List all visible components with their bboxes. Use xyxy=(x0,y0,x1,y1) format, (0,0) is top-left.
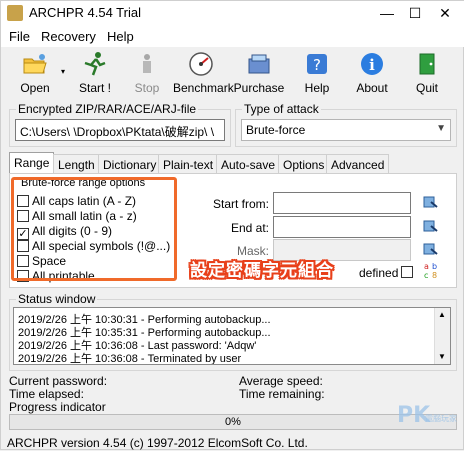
start-runner-icon xyxy=(84,52,106,76)
menu-help[interactable]: Help xyxy=(107,29,134,44)
status-line: 2019/2/26 上午 10:36:08 - Terminated by us… xyxy=(18,353,242,365)
end-at-input[interactable] xyxy=(273,216,411,238)
scroll-up-icon[interactable]: ▲ xyxy=(438,310,446,319)
menu-recovery[interactable]: Recovery xyxy=(41,29,96,44)
attack-type-value: Brute-force xyxy=(246,123,306,137)
svg-text:a: a xyxy=(424,262,429,271)
svg-text:i: i xyxy=(369,56,375,74)
start-label: Start ! xyxy=(78,81,111,95)
purchase-label: Purchase xyxy=(233,81,285,95)
open-dropdown-arrow-icon[interactable]: ▾ xyxy=(61,67,65,76)
quit-button[interactable]: Quit xyxy=(399,49,455,97)
encrypted-file-label: Encrypted ZIP/RAR/ACE/ARJ-file xyxy=(16,102,199,116)
overlay-caption: 設定密碼字元組合 xyxy=(190,261,334,280)
status-log[interactable]: 2019/2/26 上午 10:30:31 - Performing autob… xyxy=(13,307,451,365)
attack-type-select[interactable]: Brute-force ▼ xyxy=(241,119,451,141)
open-folder-icon xyxy=(23,54,47,74)
benchmark-label: Benchmark xyxy=(173,81,234,95)
encrypted-file-path-input[interactable]: C:\Users\ \Dropbox\PKtata\破解zip\ \ xyxy=(15,119,225,141)
tab-auto-save[interactable]: Auto-save xyxy=(216,154,281,174)
start-from-input[interactable] xyxy=(273,192,411,214)
window-title: ARCHPR 4.54 Trial xyxy=(29,5,141,20)
svg-text:c: c xyxy=(424,271,428,280)
maximize-button[interactable]: ☐ xyxy=(405,3,425,23)
tab-range[interactable]: Range xyxy=(9,152,55,174)
svg-text:?: ? xyxy=(313,56,321,74)
time-elapsed-label: Time elapsed: xyxy=(9,387,84,401)
current-password-label: Current password: xyxy=(9,374,108,388)
help-button[interactable]: ? Help xyxy=(289,49,345,97)
open-button[interactable]: Open xyxy=(7,49,63,97)
stop-icon xyxy=(143,54,151,73)
user-defined-label: defined xyxy=(359,266,399,280)
status-bar: ARCHPR version 4.54 (c) 1997-2012 ElcomS… xyxy=(7,436,308,450)
average-speed-label: Average speed: xyxy=(239,374,323,388)
tab-advanced[interactable]: Advanced xyxy=(326,154,390,174)
attack-type-label: Type of attack xyxy=(242,102,321,116)
help-icon: ? xyxy=(307,54,327,74)
user-defined-checkbox[interactable] xyxy=(401,266,413,278)
archpr-app-icon xyxy=(7,5,23,21)
about-icon: i xyxy=(361,53,383,75)
benchmark-icon xyxy=(189,52,213,76)
pk-watermark-subtitle: 電腦玩家 xyxy=(425,414,457,423)
toolbar: Open ▾ Start ! Stop Benchmark Purchase ?… xyxy=(1,49,464,99)
scroll-down-icon[interactable]: ▼ xyxy=(438,352,446,361)
open-label: Open xyxy=(20,81,50,95)
progress-text: 0% xyxy=(225,416,241,428)
tab-dictionary[interactable]: Dictionary xyxy=(98,154,162,174)
about-label: About xyxy=(356,81,388,95)
quit-door-icon xyxy=(419,53,435,75)
status-scrollbar[interactable]: ▲ ▼ xyxy=(434,308,450,364)
time-remaining-label: Time remaining: xyxy=(239,387,325,401)
chevron-down-icon: ▼ xyxy=(436,123,446,134)
tab-length[interactable]: Length xyxy=(53,154,100,174)
benchmark-button[interactable]: Benchmark xyxy=(173,49,234,97)
app-window: ARCHPR 4.54 Trial — ☐ ✕ File Recovery He… xyxy=(0,0,464,450)
start-from-picker-icon[interactable] xyxy=(423,194,439,210)
svg-text:b: b xyxy=(432,262,437,271)
about-button[interactable]: i About xyxy=(344,49,400,97)
status-window-label: Status window xyxy=(16,292,98,306)
progress-indicator-label: Progress indicator xyxy=(9,400,106,414)
start-from-label: Start from: xyxy=(212,197,269,211)
menu-file[interactable]: File xyxy=(9,29,30,44)
close-button[interactable]: ✕ xyxy=(435,3,455,23)
stop-label: Stop xyxy=(134,81,160,95)
tab-plain-text[interactable]: Plain-text xyxy=(158,154,219,174)
stop-button[interactable]: Stop xyxy=(119,49,175,97)
svg-text:8: 8 xyxy=(432,271,437,280)
mask-picker-icon[interactable] xyxy=(423,241,439,257)
end-at-picker-icon[interactable] xyxy=(423,218,439,234)
purchase-button[interactable]: Purchase xyxy=(231,49,287,97)
start-button[interactable]: Start ! xyxy=(67,49,123,97)
highlight-box xyxy=(11,177,177,281)
charset-abc-icon[interactable]: a b c 8 xyxy=(423,261,441,281)
purchase-icon xyxy=(248,54,270,74)
help-label: Help xyxy=(304,81,330,95)
title-bar: ARCHPR 4.54 Trial — ☐ ✕ xyxy=(1,1,464,25)
quit-label: Quit xyxy=(415,81,438,95)
end-at-label: End at: xyxy=(230,221,269,235)
progress-bar: 0% xyxy=(9,414,457,430)
minimize-button[interactable]: — xyxy=(377,3,397,23)
menu-bar: File Recovery Help xyxy=(1,25,464,47)
tab-options[interactable]: Options xyxy=(278,154,330,174)
